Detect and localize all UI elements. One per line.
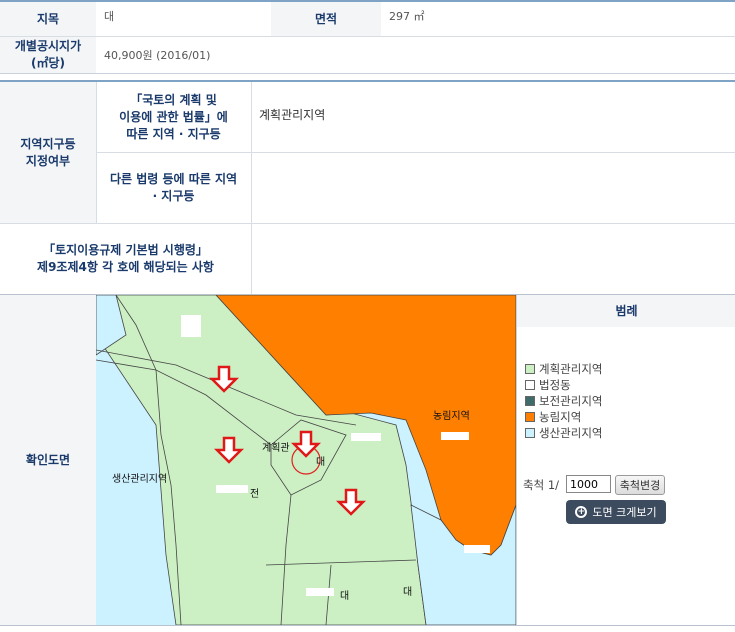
map-label-jeon: 전 <box>250 489 260 500</box>
legend-label: 계획관리지역 <box>539 362 603 376</box>
legend-item: 농림지역 <box>525 409 725 425</box>
zoning-sub2-line2: · 지구등 <box>152 189 195 203</box>
legend-swatch <box>525 428 535 438</box>
map-canvas <box>96 295 516 625</box>
map-image[interactable]: 농림지역 생산관리지역 계획관 대 전 대 대 <box>96 295 516 625</box>
zoning-sub1-line2: 이용에 관한 법률」에 <box>119 109 228 124</box>
zoom-icon: + <box>575 506 588 518</box>
legend-label: 보전관리지역 <box>539 394 603 408</box>
legend-swatch <box>525 412 535 422</box>
map-label-saengsan: 생산관리지역 <box>112 474 168 485</box>
legend-item: 법정동 <box>525 377 725 393</box>
zoning-sub1-line3: 따른 지역 · 지구등 <box>126 126 221 141</box>
zoning-header-line1: 지역지구등 <box>20 136 76 151</box>
legend-list: 계획관리지역 법정동 보전관리지역 농림지역 생산관리지역 <box>525 361 725 441</box>
scale-label: 축척 1/ <box>523 478 560 492</box>
legend-item: 계획관리지역 <box>525 361 725 377</box>
regulation-line1: 「토지이용규제 기본법 시행령」 <box>43 243 208 257</box>
legend-swatch <box>525 380 535 390</box>
legend-label: 생산관리지역 <box>539 426 603 440</box>
legend-swatch <box>525 396 535 406</box>
enlarge-map-button[interactable]: + 도면 크게보기 <box>566 500 666 524</box>
price-label-line1: 개별공시지가 <box>14 39 82 53</box>
map-label-dae-3: 대 <box>403 587 413 598</box>
map-label-dae-1: 대 <box>316 457 326 468</box>
zoning-header: 지역지구등 지정여부 <box>0 82 96 223</box>
regulation-value <box>251 224 735 294</box>
price-value: 40,900원 (2016/01) <box>104 49 211 62</box>
map-label-nongrim: 농림지역 <box>433 411 470 422</box>
legend-swatch <box>525 364 535 374</box>
zoning-sub1-line1: 「국토의 계획 및 <box>130 92 217 107</box>
price-label-line2: (㎡당) <box>30 56 65 70</box>
zoning-header-line2: 지정여부 <box>25 153 71 168</box>
map-section-label: 확인도면 <box>0 295 96 625</box>
zoning-sub2-line1: 다른 법령 등에 따른 지역 <box>109 172 238 186</box>
area-value: 297 ㎡ <box>389 10 425 23</box>
jimok-value: 대 <box>104 10 115 23</box>
scale-change-button[interactable]: 축척변경 <box>615 475 665 495</box>
scale-input[interactable] <box>566 475 611 493</box>
price-label: 개별공시지가 (㎡당) <box>0 37 96 73</box>
legend-panel: 범례 계획관리지역 법정동 보전관리지역 농림지역 생산관리지역 축척 1/ 축… <box>516 295 735 625</box>
map-label-dae-2: 대 <box>340 591 350 602</box>
regulation-label: 「토지이용규제 기본법 시행령」 제9조제4항 각 호에 해당되는 사항 <box>0 224 251 294</box>
legend-item: 보전관리지역 <box>525 393 725 409</box>
regulation-line2: 제9조제4항 각 호에 해당되는 사항 <box>37 260 214 274</box>
enlarge-map-label: 도면 크게보기 <box>592 506 657 519</box>
zoning-sub1-label: 「국토의 계획 및 이용에 관한 법률」에 따른 지역 · 지구등 <box>96 82 251 152</box>
zoning-sub2-label: 다른 법령 등에 따른 지역 · 지구등 <box>96 153 251 223</box>
area-label: 면적 <box>271 2 381 36</box>
zoning-sub1-value: 계획관리지역 <box>259 108 326 122</box>
legend-label: 농림지역 <box>539 410 582 424</box>
map-label-gyehoek: 계획관 <box>262 443 290 454</box>
legend-title: 범례 <box>517 295 735 327</box>
zoning-sub2-value <box>251 153 735 223</box>
jimok-label: 지목 <box>0 2 96 36</box>
legend-label: 법정동 <box>539 378 571 392</box>
legend-item: 생산관리지역 <box>525 425 725 441</box>
